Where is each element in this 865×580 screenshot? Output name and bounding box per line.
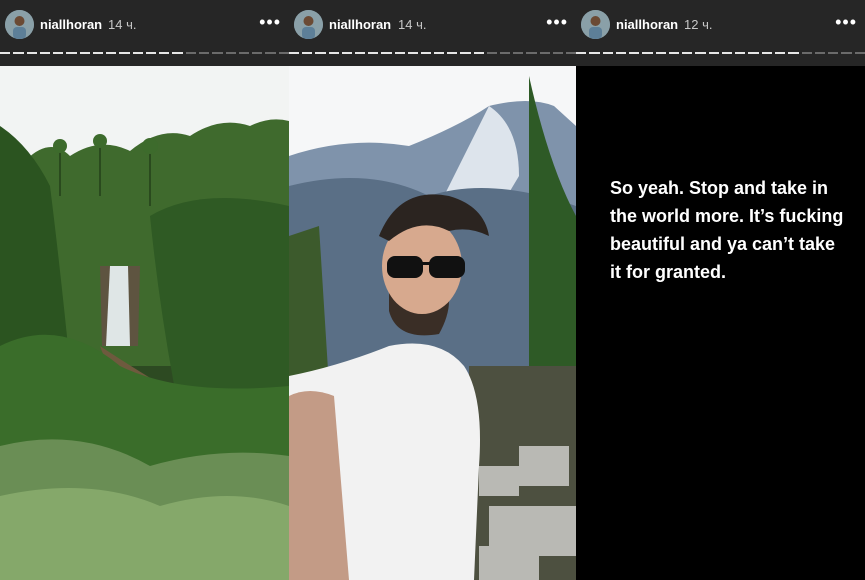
stories-strip: niallhoran 14 ч. ••• niallhoran 14 ч. ••… [0,0,865,580]
username[interactable]: niallhoran [329,17,391,32]
story-header: niallhoran 14 ч. ••• [0,0,289,66]
story-panel-2[interactable]: niallhoran 14 ч. ••• [289,0,576,580]
story-photo-waterfall [0,66,289,580]
timestamp: 14 ч. [108,17,137,32]
username[interactable]: niallhoran [616,17,678,32]
avatar[interactable] [5,10,34,39]
username[interactable]: niallhoran [40,17,102,32]
story-panel-1[interactable]: niallhoran 14 ч. ••• [0,0,289,580]
timestamp: 14 ч. [398,17,427,32]
story-panel-3[interactable]: niallhoran 12 ч. ••• So yeah. Stop and t… [576,0,865,580]
progress-bar [0,52,289,55]
story-photo-selfie [289,66,576,580]
more-options-icon[interactable]: ••• [835,12,857,33]
timestamp: 12 ч. [684,17,713,32]
progress-bar [576,52,865,55]
story-text: So yeah. Stop and take in the world more… [610,178,844,282]
avatar[interactable] [581,10,610,39]
progress-bar [289,52,576,55]
more-options-icon[interactable]: ••• [259,12,281,33]
avatar[interactable] [294,10,323,39]
more-options-icon[interactable]: ••• [546,12,568,33]
story-header: niallhoran 12 ч. ••• [576,0,865,66]
story-header: niallhoran 14 ч. ••• [289,0,576,66]
